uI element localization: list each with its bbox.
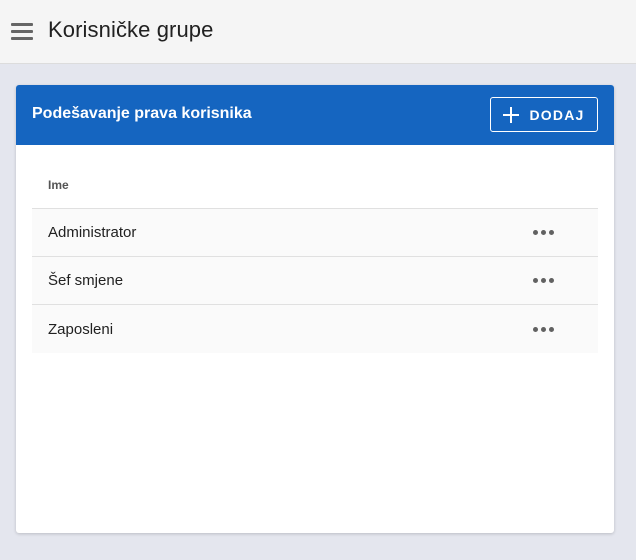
group-name: Šef smjene [48, 272, 124, 289]
more-horizontal-icon[interactable] [532, 321, 554, 337]
hamburger-menu-icon[interactable] [10, 20, 34, 44]
group-name: Administrator [48, 224, 137, 241]
column-header-name: Ime [32, 161, 598, 209]
more-horizontal-icon[interactable] [532, 225, 554, 241]
user-rights-card: Podešavanje prava korisnika DODAJ Ime Ad… [16, 85, 614, 533]
group-name: Zaposleni [48, 320, 114, 338]
add-button-label: DODAJ [529, 106, 585, 123]
card-header: Podešavanje prava korisnika DODAJ [16, 85, 614, 145]
page-title: Korisničke grupe [48, 17, 214, 42]
card-title: Podešavanje prava korisnika [32, 105, 252, 122]
more-horizontal-icon[interactable] [532, 273, 554, 289]
plus-icon [503, 106, 520, 123]
table-row[interactable]: Administrator [32, 209, 598, 257]
app-bar: Korisničke grupe [0, 0, 636, 64]
table-row[interactable]: Zaposleni [32, 305, 598, 353]
groups-table: Ime Administrator Šef smjene Zaposleni [32, 161, 598, 353]
table-row[interactable]: Šef smjene [32, 257, 598, 305]
add-button[interactable]: DODAJ [490, 97, 598, 132]
